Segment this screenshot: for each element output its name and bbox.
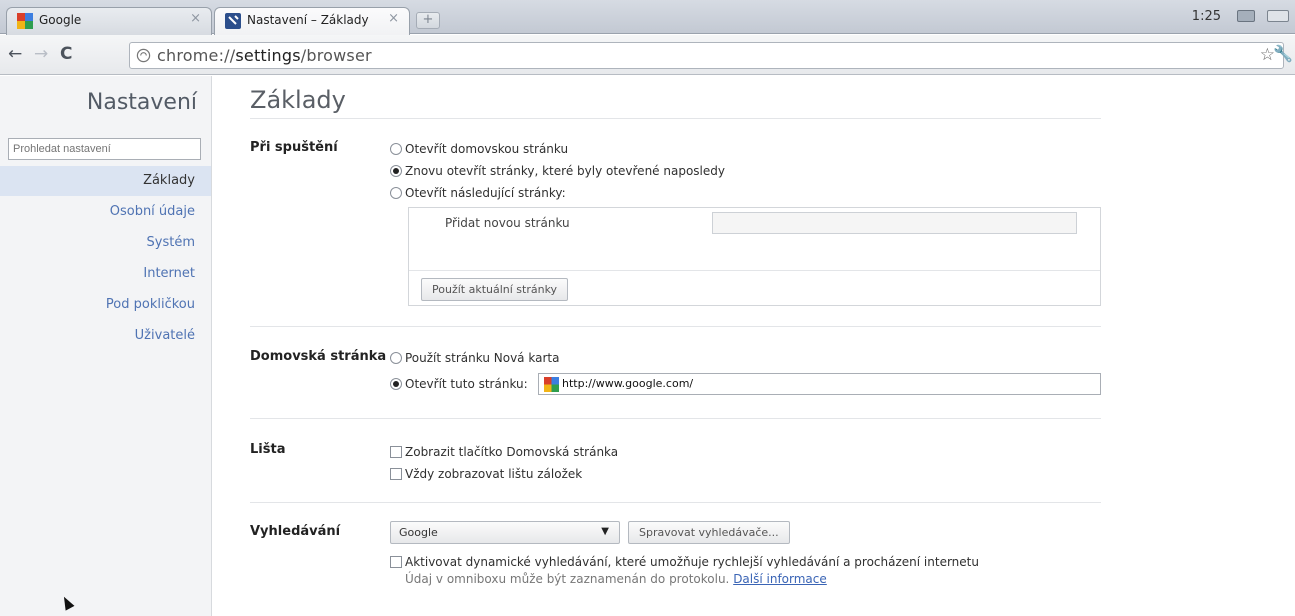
show-home-button-checkbox[interactable]: Zobrazit tlačítko Domovská stránka <box>390 443 618 461</box>
checkbox[interactable] <box>390 446 402 458</box>
omnibox-log-note: Údaj v omniboxu může být zaznamenán do p… <box>405 572 827 586</box>
radio-button[interactable] <box>390 165 402 177</box>
homepage-url-input[interactable]: http://www.google.com/ <box>538 373 1101 395</box>
tab-close-icon[interactable]: × <box>388 11 399 26</box>
startup-option-homepage[interactable]: Otevřít domovskou stránku <box>390 140 568 158</box>
page-title: Základy <box>250 86 346 114</box>
use-current-pages-button[interactable]: Použít aktuální stránky <box>421 278 569 301</box>
forward-arrow-icon[interactable]: → <box>34 45 48 63</box>
back-arrow-icon[interactable]: ← <box>8 45 22 63</box>
sidebar-item-system[interactable]: Systém <box>0 228 211 258</box>
divider <box>250 502 1101 503</box>
search-heading: Vyhledávání <box>250 524 341 539</box>
homepage-option-open[interactable]: Otevřít tuto stránku: <box>390 375 528 393</box>
add-page-input[interactable] <box>712 212 1077 234</box>
tab-strip: Google × Nastavení – Základy × + 1:25 <box>0 0 1295 35</box>
sidebar-item-pod-poklickou[interactable]: Pod pokličkou <box>0 290 211 320</box>
always-bookmarks-checkbox[interactable]: Vždy zobrazovat lištu záložek <box>390 465 582 483</box>
add-page-label: Přidat novou stránku <box>445 216 570 230</box>
google-favicon-icon <box>17 13 33 29</box>
wrench-menu-icon[interactable]: 🔧 <box>1273 44 1293 63</box>
tab-title: Google <box>39 13 82 27</box>
wrench-favicon-icon <box>225 13 241 29</box>
learn-more-link[interactable]: Další informace <box>733 572 827 586</box>
radio-button[interactable] <box>390 352 402 364</box>
battery-icon[interactable] <box>1267 10 1289 22</box>
checkbox[interactable] <box>390 468 402 480</box>
homepage-heading: Domovská stránka <box>250 349 387 364</box>
tab-settings[interactable]: Nastavení – Základy × <box>214 7 410 35</box>
sidebar-item-zaklady[interactable]: Základy <box>0 166 211 196</box>
divider <box>250 418 1101 419</box>
sidebar-item-osobni-udaje[interactable]: Osobní údaje <box>0 197 211 227</box>
omnibox-url: chrome://settings/browser <box>157 46 372 65</box>
radio-button[interactable] <box>390 187 402 199</box>
radio-button[interactable] <box>390 143 402 155</box>
omnibox[interactable]: chrome://settings/browser ☆ <box>129 42 1284 69</box>
tab-title: Nastavení – Základy <box>247 13 369 27</box>
sidebar-item-internet[interactable]: Internet <box>0 259 211 289</box>
startup-heading: Při spuštění <box>250 140 338 155</box>
homepage-option-newtab[interactable]: Použít stránku Nová karta <box>390 349 559 367</box>
sidebar-item-uzivatele[interactable]: Uživatelé <box>0 321 211 351</box>
startup-pages-list: Přidat novou stránku Použít aktuální str… <box>408 207 1101 306</box>
sidebar-title: Nastavení <box>86 90 197 115</box>
settings-search-input[interactable] <box>8 138 201 160</box>
divider <box>250 118 1101 119</box>
tab-google[interactable]: Google × <box>6 7 212 35</box>
reload-icon[interactable]: C <box>60 45 72 63</box>
divider <box>409 270 1100 271</box>
manage-search-engines-button[interactable]: Spravovat vyhledávače... <box>628 521 790 544</box>
system-clock: 1:25 <box>1191 9 1221 24</box>
browser-toolbar: ← → C chrome://settings/browser ☆ <box>0 35 1295 75</box>
startup-option-restore[interactable]: Znovu otevřít stránky, které byly otevře… <box>390 162 725 180</box>
tab-close-icon[interactable]: × <box>190 11 201 26</box>
dropdown-arrow-icon: ▼ <box>601 526 609 537</box>
search-engine-select[interactable]: Google ▼ <box>390 521 620 544</box>
google-favicon-icon <box>544 377 559 392</box>
radio-button[interactable] <box>390 378 402 390</box>
startup-option-pages[interactable]: Otevřít následující stránky: <box>390 184 566 202</box>
settings-sidebar: Nastavení Základy Osobní údaje Systém In… <box>0 76 212 616</box>
toolbar-heading: Lišta <box>250 442 286 457</box>
divider <box>250 326 1101 327</box>
page-info-icon <box>136 48 151 63</box>
instant-search-checkbox[interactable]: Aktivovat dynamické vyhledávání, které u… <box>390 553 979 571</box>
checkbox[interactable] <box>390 556 402 568</box>
new-tab-button[interactable]: + <box>416 12 440 29</box>
window-icon[interactable] <box>1237 10 1255 22</box>
